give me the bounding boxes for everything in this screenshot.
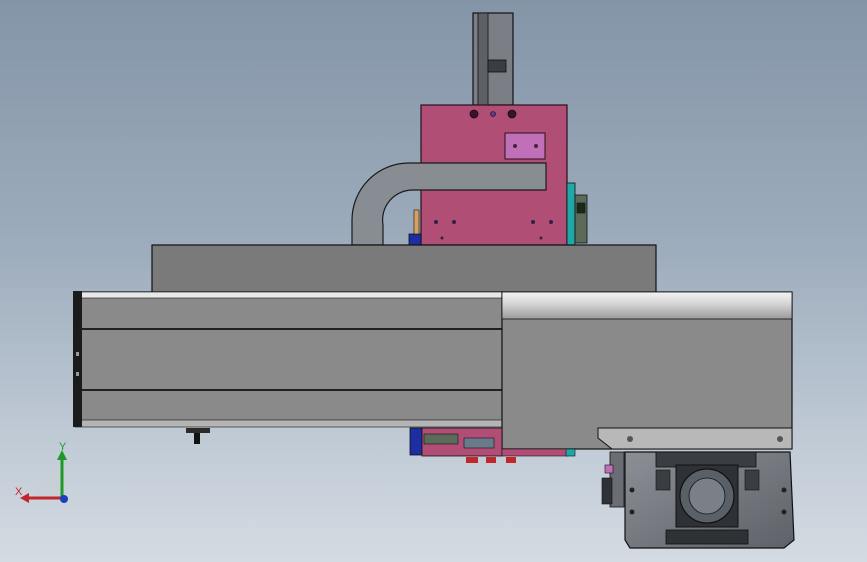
x-axis-label: X [15, 486, 23, 498]
z-axis-icon [60, 495, 68, 503]
limit-stop [186, 428, 210, 433]
sensor-bracket [504, 132, 546, 160]
end-cap [73, 291, 82, 427]
cad-model-view [73, 12, 795, 549]
motor-housing[interactable] [624, 451, 795, 549]
view-orientation-triad[interactable]: Y X [12, 440, 82, 510]
slide-block[interactable] [501, 291, 793, 450]
encoder-connector [601, 451, 625, 508]
bolt-icon [469, 109, 479, 119]
sensor-housing [574, 194, 588, 244]
cad-viewport[interactable]: Y X [0, 0, 867, 562]
motor-flange[interactable] [597, 427, 793, 450]
bolt-icon [490, 111, 496, 117]
base-plate[interactable] [151, 244, 657, 294]
y-axis-label: Y [59, 441, 67, 453]
z-axis-column[interactable] [472, 12, 514, 106]
linear-rail[interactable] [73, 291, 506, 428]
limit-switch-block [566, 182, 576, 246]
connector-block [408, 233, 422, 246]
bolt-icon [507, 109, 517, 119]
